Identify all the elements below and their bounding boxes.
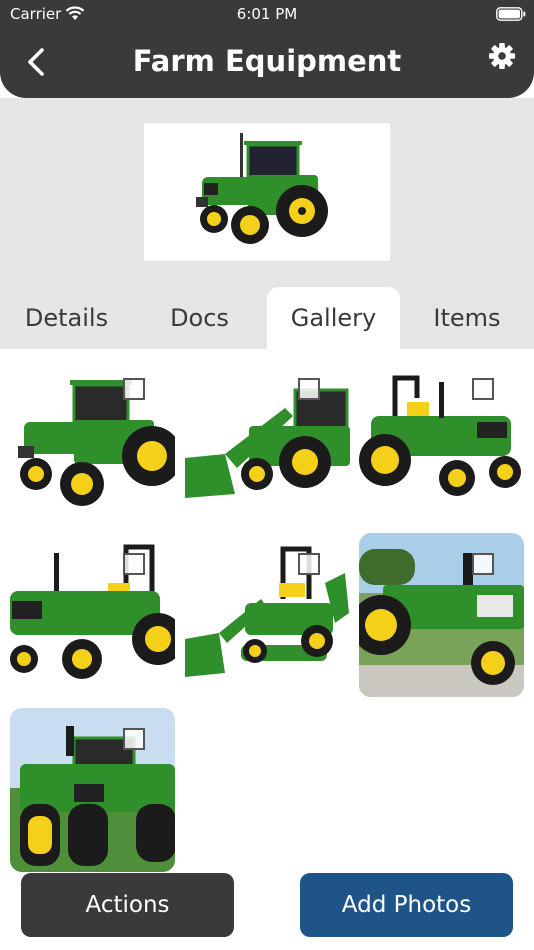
canopy-tractor-photo xyxy=(10,533,175,697)
compact-loader-tractor-photo xyxy=(185,533,350,697)
select-checkbox[interactable] xyxy=(123,728,145,750)
select-checkbox[interactable] xyxy=(298,553,320,575)
tab-details[interactable]: Details xyxy=(0,287,133,349)
tractor-image xyxy=(196,133,328,244)
select-checkbox[interactable] xyxy=(298,378,320,400)
actions-button[interactable]: Actions xyxy=(21,873,234,937)
gallery-photo[interactable] xyxy=(10,533,175,697)
battery-icon xyxy=(496,7,526,21)
tractor-photo xyxy=(10,358,175,522)
gallery-photo[interactable] xyxy=(185,533,350,697)
add-photos-button[interactable]: Add Photos xyxy=(300,873,513,937)
header-area: Details Docs Gallery Items xyxy=(0,98,534,349)
select-checkbox[interactable] xyxy=(472,553,494,575)
gallery-photo[interactable] xyxy=(10,358,175,522)
tab-items[interactable]: Items xyxy=(400,287,534,349)
page-title: Farm Equipment xyxy=(132,44,402,78)
equipment-preview-image xyxy=(144,123,390,261)
select-checkbox[interactable] xyxy=(123,378,145,400)
select-checkbox[interactable] xyxy=(123,553,145,575)
gallery-photo[interactable] xyxy=(359,533,524,697)
4wd-tractor-photo xyxy=(10,708,175,872)
tab-docs[interactable]: Docs xyxy=(133,287,266,349)
gear-icon[interactable] xyxy=(488,42,516,70)
gallery-photo[interactable] xyxy=(359,358,524,522)
gallery-photo[interactable] xyxy=(185,358,350,522)
gallery-photo[interactable] xyxy=(10,708,175,872)
vintage-tractor-photo xyxy=(359,533,524,697)
loader-tractor-photo xyxy=(185,358,350,522)
select-checkbox[interactable] xyxy=(472,378,494,400)
utility-tractor-photo xyxy=(359,358,524,522)
status-time: 6:01 PM xyxy=(236,5,298,23)
navigation-bar: Carrier 6:01 PM Farm Equipment xyxy=(0,0,534,98)
tab-gallery[interactable]: Gallery xyxy=(267,287,400,349)
